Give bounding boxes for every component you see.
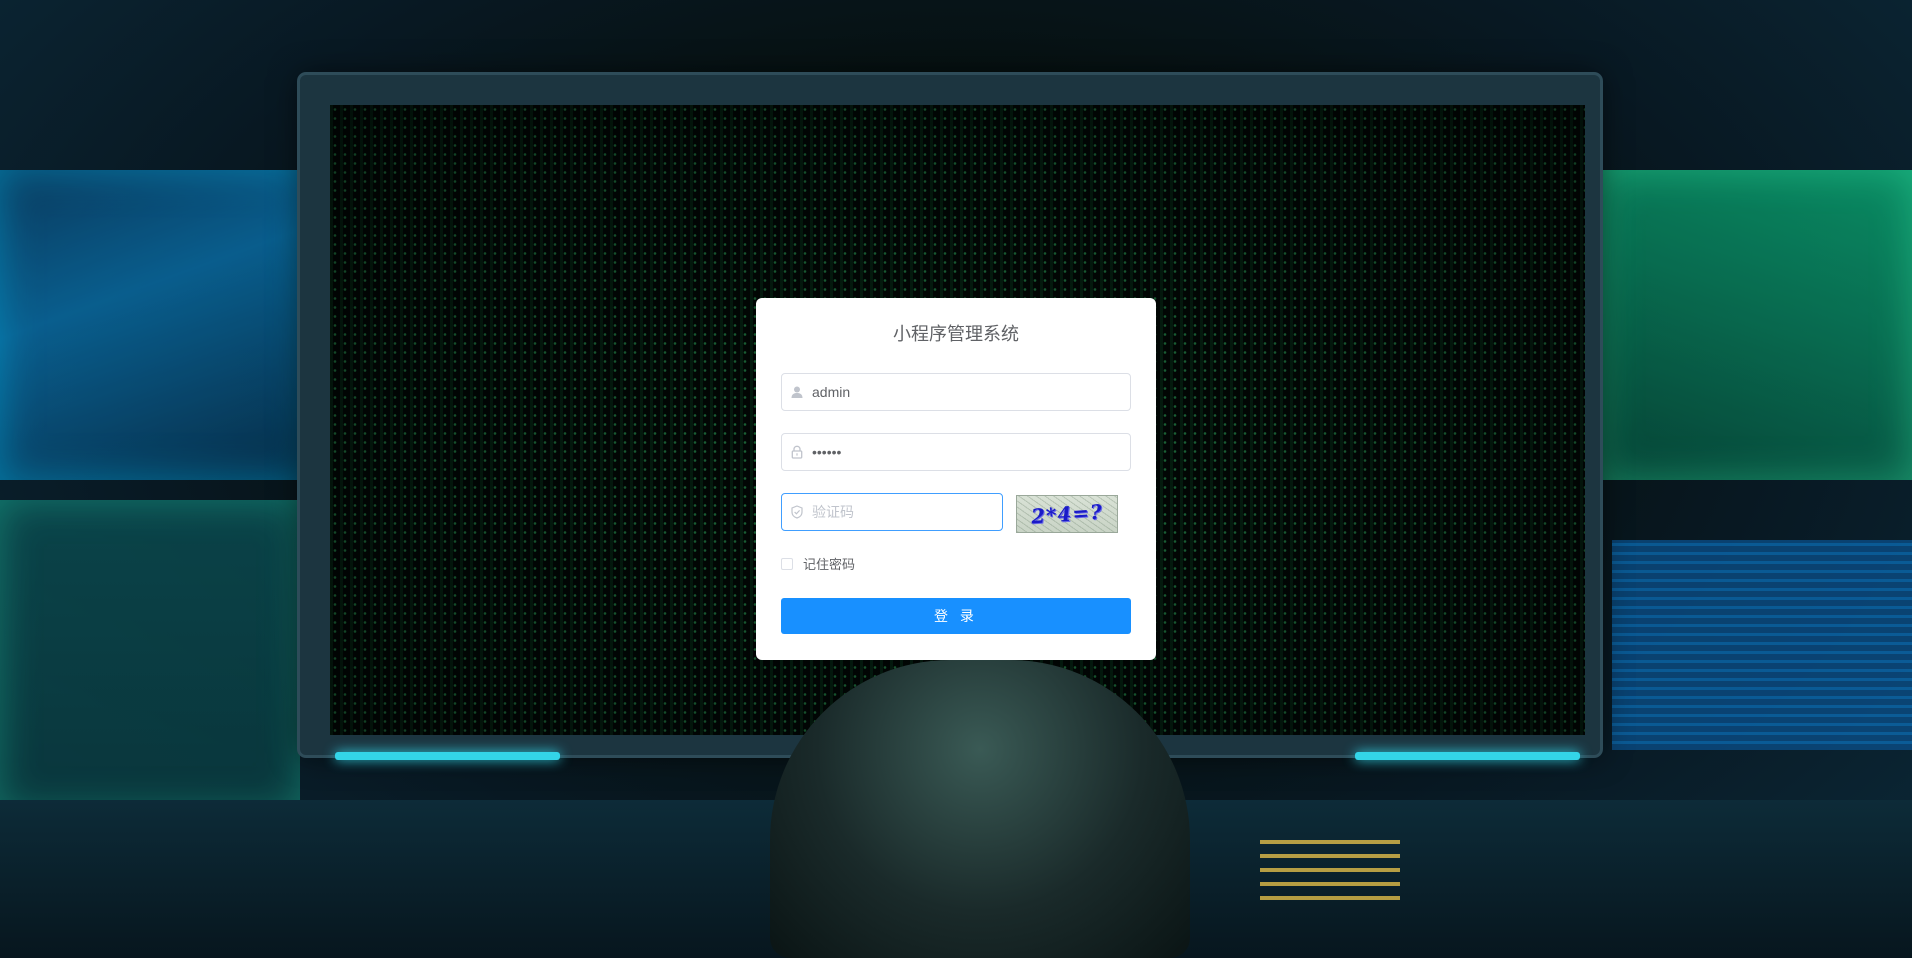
captcha-field[interactable] [781, 493, 1003, 531]
username-input[interactable] [812, 374, 1122, 410]
username-field[interactable] [781, 373, 1131, 411]
background-glow-bar-right [1355, 752, 1580, 760]
password-input[interactable] [812, 434, 1122, 470]
user-icon [791, 386, 803, 398]
login-button[interactable]: 登 录 [781, 598, 1131, 634]
background-panel-right-lower [1612, 540, 1912, 750]
login-title: 小程序管理系统 [893, 324, 1019, 344]
background-panel-right [1602, 170, 1912, 480]
shield-icon [791, 505, 803, 519]
captcha-input[interactable] [812, 494, 997, 530]
remember-password-checkbox[interactable]: 记住密码 [781, 554, 855, 573]
checkbox-box[interactable] [781, 557, 793, 570]
remember-password-label: 记住密码 [803, 557, 856, 572]
background-glow-bar-left [335, 752, 560, 760]
captcha-image[interactable]: 2*4=? [1016, 495, 1118, 533]
captcha-text: 2*4=? [1030, 499, 1104, 529]
background-panel-left-lower [0, 500, 300, 810]
background-panel-left [0, 170, 310, 480]
background-desk-lights [1260, 840, 1400, 900]
background-chair [770, 660, 1190, 958]
lock-icon [791, 445, 803, 459]
login-card: 小程序管理系统 2*4=? 记住密码 登 录 [756, 298, 1156, 660]
password-field[interactable] [781, 433, 1131, 471]
